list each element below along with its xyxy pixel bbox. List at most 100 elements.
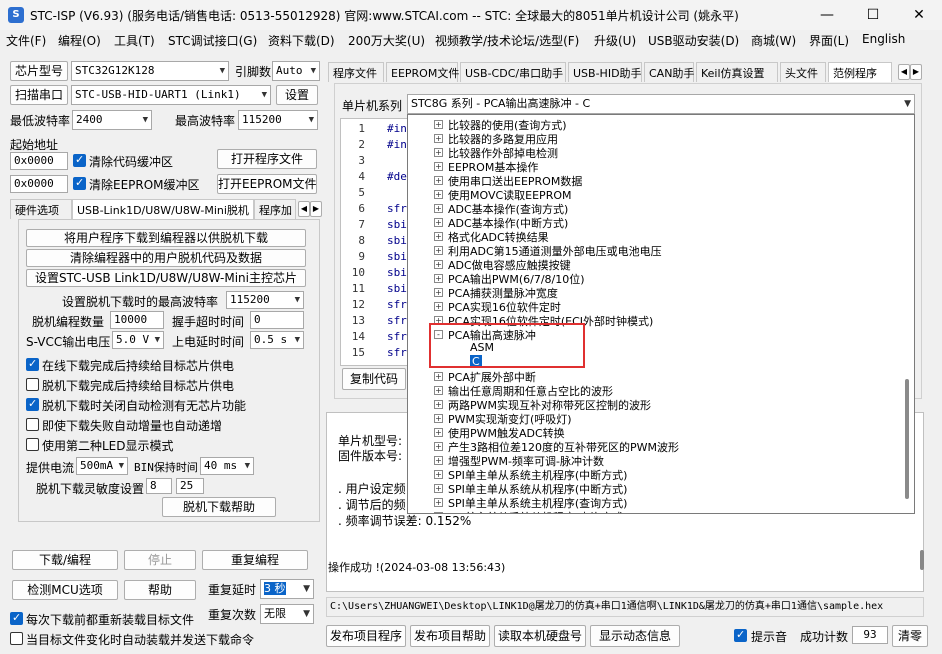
open-eeprom-file-button[interactable]: 打开EEPROM文件: [217, 174, 317, 194]
tree-node[interactable]: + 比较器的使用(查询方式): [408, 117, 898, 132]
scan-port-button[interactable]: 扫描串口: [10, 85, 68, 105]
auto-load-checkbox[interactable]: [10, 632, 23, 645]
power-delay-select[interactable]: 0.5 s ▼: [250, 331, 304, 349]
tree-node[interactable]: + ADC做电容感应触摸按键: [408, 257, 898, 272]
tree-node[interactable]: + 产生3路相位差120度的互补带死区的PWM波形: [408, 439, 898, 454]
clear-offline-button[interactable]: 清除编程器中的用户脱机代码及数据: [26, 249, 306, 267]
read-disk-button[interactable]: 读取本机硬盘号: [494, 625, 586, 647]
expand-icon[interactable]: +: [434, 218, 443, 227]
close-button[interactable]: ✕: [896, 0, 942, 30]
menu-english[interactable]: English: [862, 32, 905, 46]
tree-node[interactable]: + ADC基本操作(查询方式): [408, 201, 898, 216]
tab-usb-cdc[interactable]: USB-CDC/串口助手: [460, 62, 566, 82]
chip-model-select[interactable]: STC32G12K128 ▼: [71, 61, 229, 81]
example-tree-dropdown[interactable]: + 比较器的使用(查询方式) + 比较器的多路复用应用 + 比较器作外部掉电检测 + EEPR…: [407, 114, 915, 514]
tab-scroll-right-icon[interactable]: ▶: [310, 201, 322, 217]
expand-icon[interactable]: +: [434, 414, 443, 423]
menu-debug[interactable]: STC调试接口(G): [168, 32, 257, 49]
tab-scroll-left-icon[interactable]: ◀: [898, 64, 910, 80]
show-dynamic-info-button[interactable]: 显示动态信息: [590, 625, 680, 647]
tree-node[interactable]: + EEPROM基本操作: [408, 159, 898, 174]
expand-icon[interactable]: +: [434, 176, 443, 185]
menu-mall[interactable]: 商城(W): [751, 32, 796, 49]
expand-icon[interactable]: +: [434, 400, 443, 409]
expand-icon[interactable]: +: [434, 134, 443, 143]
menu-tools[interactable]: 工具(T): [114, 32, 155, 49]
tab-can[interactable]: CAN助手: [644, 62, 694, 82]
expand-icon[interactable]: +: [434, 288, 443, 297]
menu-interface[interactable]: 界面(L): [809, 32, 849, 49]
tab-scroll-left-icon[interactable]: ◀: [298, 201, 310, 217]
sensitivity-field-2[interactable]: 25: [176, 478, 204, 494]
max-baud-select[interactable]: 115200 ▼: [238, 110, 318, 130]
offline-help-button[interactable]: 脱机下载帮助: [162, 497, 276, 517]
min-baud-select[interactable]: 2400 ▼: [72, 110, 152, 130]
minimize-button[interactable]: —: [804, 0, 850, 30]
tree-node[interactable]: + 使用串口送出EEPROM数据: [408, 173, 898, 188]
code-editor[interactable]: 1 #inc 2 #inc 3 4 #def 5 6 sfr 7 sbit 8 sbit 9…: [340, 118, 416, 366]
tree-node[interactable]: + 使用PWM触发ADC转换: [408, 425, 898, 440]
pins-select[interactable]: Auto ▼: [272, 61, 320, 81]
expand-icon[interactable]: +: [434, 512, 443, 513]
tree-node[interactable]: + 增强型PWM-频率可调-脉冲计数: [408, 453, 898, 468]
expand-icon[interactable]: +: [434, 470, 443, 479]
tree-node[interactable]: + 两路PWM实现互补对称带死区控制的波形: [408, 397, 898, 412]
port-select[interactable]: STC-USB-HID-UART1 (Link1) ▼: [71, 85, 271, 105]
maximize-button[interactable]: ☐: [850, 0, 896, 30]
expand-icon[interactable]: +: [434, 302, 443, 311]
expand-icon[interactable]: +: [434, 204, 443, 213]
tab-program-file[interactable]: 程序文件: [328, 62, 384, 82]
expand-icon[interactable]: +: [434, 442, 443, 451]
supply-current-select[interactable]: 500mA ▼: [76, 457, 128, 475]
expand-icon[interactable]: +: [434, 232, 443, 241]
tree-node[interactable]: + PWM实现渐变灯(呼吸灯): [408, 411, 898, 426]
tree-node[interactable]: + SPI单主单从系统从机程序(查询方式): [408, 509, 898, 513]
expand-icon[interactable]: +: [434, 246, 443, 255]
menu-download[interactable]: 资料下载(D): [268, 32, 335, 49]
bin-hold-select[interactable]: 40 ms ▼: [200, 457, 254, 475]
tab-eeprom-file[interactable]: EEPROM文件: [386, 62, 459, 82]
output-scrollbar[interactable]: [920, 550, 924, 570]
download-offline-button[interactable]: 将用户程序下载到编程器以供脱机下载: [26, 229, 306, 247]
tree-node[interactable]: + PCA实现16位软件定时: [408, 299, 898, 314]
publish-help-button[interactable]: 发布项目帮助: [410, 625, 490, 647]
svcc-select[interactable]: 5.0 V ▼: [112, 331, 164, 349]
tab-program-add[interactable]: 程序加: [254, 199, 296, 219]
tree-scrollbar[interactable]: [905, 379, 909, 499]
menu-file[interactable]: 文件(F): [6, 32, 46, 49]
tree-node[interactable]: + SPI单主单从系统主机程序(查询方式): [408, 495, 898, 510]
menu-upgrade[interactable]: 升级(U): [594, 32, 636, 49]
expand-icon[interactable]: +: [434, 498, 443, 507]
tab-hardware-options[interactable]: 硬件选项: [10, 199, 72, 219]
code-address-field[interactable]: 0x0000: [10, 152, 68, 170]
repeat-program-button[interactable]: 重复编程: [202, 550, 308, 570]
expand-icon[interactable]: +: [434, 260, 443, 269]
tab-keil-sim[interactable]: Keil仿真设置: [696, 62, 778, 82]
mcu-series-select[interactable]: STC8G 系列 - PCA输出高速脉冲 - C ▼: [407, 94, 915, 114]
tree-node[interactable]: + 利用ADC第15通道测量外部电压或电池电压: [408, 243, 898, 258]
tree-node[interactable]: + 比较器作外部掉电检测: [408, 145, 898, 160]
download-program-button[interactable]: 下载/编程: [12, 550, 118, 570]
expand-icon[interactable]: +: [434, 484, 443, 493]
offline-option-checkbox[interactable]: [26, 438, 39, 451]
expand-icon[interactable]: +: [434, 120, 443, 129]
tab-examples[interactable]: 范例程序: [828, 62, 892, 82]
offline-max-baud-select[interactable]: 115200 ▼: [226, 291, 304, 309]
menu-prize[interactable]: 200万大奖(U): [348, 32, 425, 49]
set-master-chip-button[interactable]: 设置STC-USB Link1D/U8W/U8W-Mini主控芯片: [26, 269, 306, 287]
tab-scroll-right-icon[interactable]: ▶: [910, 64, 922, 80]
tree-node[interactable]: + SPI单主单从系统从机程序(中断方式): [408, 481, 898, 496]
tree-node[interactable]: + PCA输出PWM(6/7/8/10位): [408, 271, 898, 286]
tree-node[interactable]: + PCA捕获测量脉冲宽度: [408, 285, 898, 300]
copy-code-button[interactable]: 复制代码: [342, 368, 406, 390]
tab-header-file[interactable]: 头文件: [780, 62, 826, 82]
clear-code-checkbox[interactable]: [73, 153, 86, 167]
tree-node[interactable]: + 格式化ADC转换结果: [408, 229, 898, 244]
handshake-timeout-field[interactable]: 0: [250, 311, 304, 329]
expand-icon[interactable]: +: [434, 372, 443, 381]
port-settings-button[interactable]: 设置: [276, 85, 318, 105]
check-mcu-button[interactable]: 检测MCU选项: [12, 580, 118, 600]
tree-node[interactable]: + 使用MOVC读取EEPROM: [408, 187, 898, 202]
tab-offline[interactable]: USB-Link1D/U8W/U8W-Mini脱机: [72, 199, 254, 219]
clear-count-button[interactable]: 清零: [892, 625, 928, 647]
